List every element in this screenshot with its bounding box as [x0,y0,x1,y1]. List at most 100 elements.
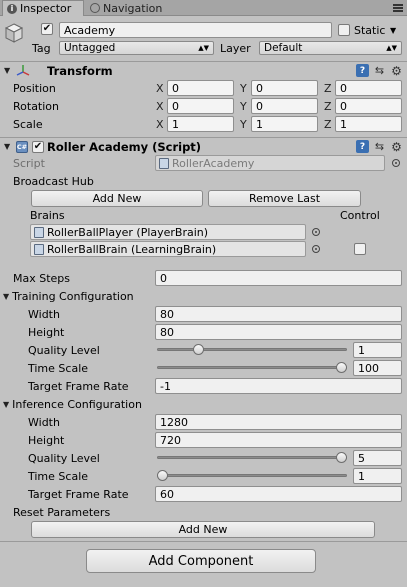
inference-quality-slider[interactable] [157,450,347,466]
active-checkbox[interactable]: ✔ [41,23,53,35]
broadcast-remove-last-button[interactable]: Remove Last [208,190,361,207]
tab-navigation[interactable]: Navigation [86,0,186,16]
script-object-field: RollerAcademy [155,155,385,171]
slider-thumb[interactable] [157,470,168,481]
gear-icon[interactable]: ⚙ [390,140,403,154]
training-timescale-input[interactable]: 100 [353,360,402,376]
training-timescale-slider[interactable] [157,360,347,376]
inference-width-input[interactable]: 1280 [155,414,402,430]
max-steps-input[interactable]: 0 [155,270,402,286]
scale-x-input[interactable]: 1 [167,116,234,132]
inference-framerate-label: Target Frame Rate [28,487,129,501]
object-name-input[interactable]: Academy [59,22,332,38]
rotation-z-input[interactable]: 0 [335,98,402,114]
rotation-y-input[interactable]: 0 [251,98,318,114]
max-steps-label: Max Steps [13,271,71,285]
axis-x-label[interactable]: X [156,118,164,131]
tab-menu-icon[interactable] [393,4,403,12]
help-icon[interactable]: ? [356,140,369,153]
brain-object-field[interactable]: RollerBallPlayer (PlayerBrain) [30,224,306,240]
script-enabled-checkbox[interactable]: ✔ [32,141,44,153]
tag-dropdown[interactable]: Untagged ▲▼ [59,41,214,55]
rotation-x-input[interactable]: 0 [167,98,234,114]
script-component-header[interactable]: ▼ C# ✔ Roller Academy (Script) ? ⇆ ⚙ [0,137,407,155]
position-z-input[interactable]: 0 [335,80,402,96]
training-quality-label: Quality Level [28,343,100,357]
axis-z-label[interactable]: Z [324,118,332,131]
control-label: Control [340,208,380,222]
object-picker-icon[interactable] [312,228,320,236]
training-width-label: Width [28,307,60,321]
scale-z-input[interactable]: 1 [335,116,402,132]
transform-header[interactable]: ▼ Transform ? ⇆ ⚙ [0,61,407,79]
script-file-icon: C# [16,141,28,153]
tab-label: Navigation [103,1,163,15]
static-label: Static [354,23,386,37]
preset-icon[interactable]: ⇆ [373,64,386,77]
slider-thumb[interactable] [336,362,347,373]
training-config-foldout[interactable]: ▼ Training Configuration [3,288,134,304]
position-y-input[interactable]: 0 [251,80,318,96]
compass-icon [90,3,100,13]
script-component-title: Roller Academy (Script) [47,140,202,154]
training-framerate-input[interactable]: -1 [155,378,402,394]
axis-y-label[interactable]: Y [240,100,247,113]
reset-params-label: Reset Parameters [13,505,111,519]
help-icon[interactable]: ? [356,64,369,77]
gameobject-cube-icon [4,23,24,43]
foldout-arrow-icon[interactable]: ▼ [3,292,9,301]
foldout-arrow-icon[interactable]: ▼ [4,142,10,151]
inference-timescale-input[interactable]: 1 [353,468,402,484]
tag-value: Untagged [64,42,116,54]
brain-asset-icon [34,226,44,238]
axis-z-label[interactable]: Z [324,100,332,113]
foldout-arrow-icon[interactable]: ▼ [3,400,9,409]
inference-timescale-label: Time Scale [28,469,89,483]
layer-value: Default [264,42,303,54]
inference-quality-input[interactable]: 5 [353,450,402,466]
object-picker-icon[interactable] [312,245,320,253]
training-height-label: Height [28,325,65,339]
object-picker-icon [392,159,400,167]
info-icon: i [7,3,17,14]
static-dropdown-icon[interactable]: ▼ [390,22,396,38]
axis-y-label[interactable]: Y [240,118,247,131]
layer-dropdown[interactable]: Default ▲▼ [259,41,402,55]
axis-y-label[interactable]: Y [240,82,247,95]
broadcast-add-new-button[interactable]: Add New [31,190,203,207]
script-value: RollerAcademy [172,156,255,170]
scale-y-input[interactable]: 1 [251,116,318,132]
static-checkbox[interactable] [338,24,350,36]
training-height-input[interactable]: 80 [155,324,402,340]
tab-inspector[interactable]: i Inspector [2,0,84,16]
tag-label: Tag [32,41,51,55]
brain-object-field[interactable]: RollerBallBrain (LearningBrain) [30,241,306,257]
broadcast-hub-label: Broadcast Hub [13,174,94,188]
gear-icon[interactable]: ⚙ [390,64,403,78]
training-quality-input[interactable]: 1 [353,342,402,358]
reset-params-add-new-button[interactable]: Add New [31,521,375,538]
axis-x-label[interactable]: X [156,82,164,95]
slider-thumb[interactable] [336,452,347,463]
axis-z-label[interactable]: Z [324,82,332,95]
inference-height-input[interactable]: 720 [155,432,402,448]
position-label: Position [13,81,56,95]
brain-control-checkbox[interactable] [354,243,366,255]
preset-icon[interactable]: ⇆ [373,140,386,153]
position-x-input[interactable]: 0 [167,80,234,96]
training-quality-slider[interactable] [157,342,347,358]
foldout-arrow-icon[interactable]: ▼ [4,66,10,75]
transform-axes-icon [16,65,30,76]
training-width-input[interactable]: 80 [155,306,402,322]
slider-thumb[interactable] [192,344,204,355]
layer-label: Layer [220,41,251,55]
inference-config-foldout[interactable]: ▼ Inference Configuration [3,396,142,412]
chevron-icon: ▲▼ [198,44,209,52]
axis-x-label[interactable]: X [156,100,164,113]
add-component-button[interactable]: Add Component [86,549,316,573]
inference-timescale-slider[interactable] [157,468,347,484]
tab-label: Inspector [20,2,72,15]
inference-framerate-input[interactable]: 60 [155,486,402,502]
script-label: Script [13,156,45,170]
training-config-label: Training Configuration [12,289,134,303]
